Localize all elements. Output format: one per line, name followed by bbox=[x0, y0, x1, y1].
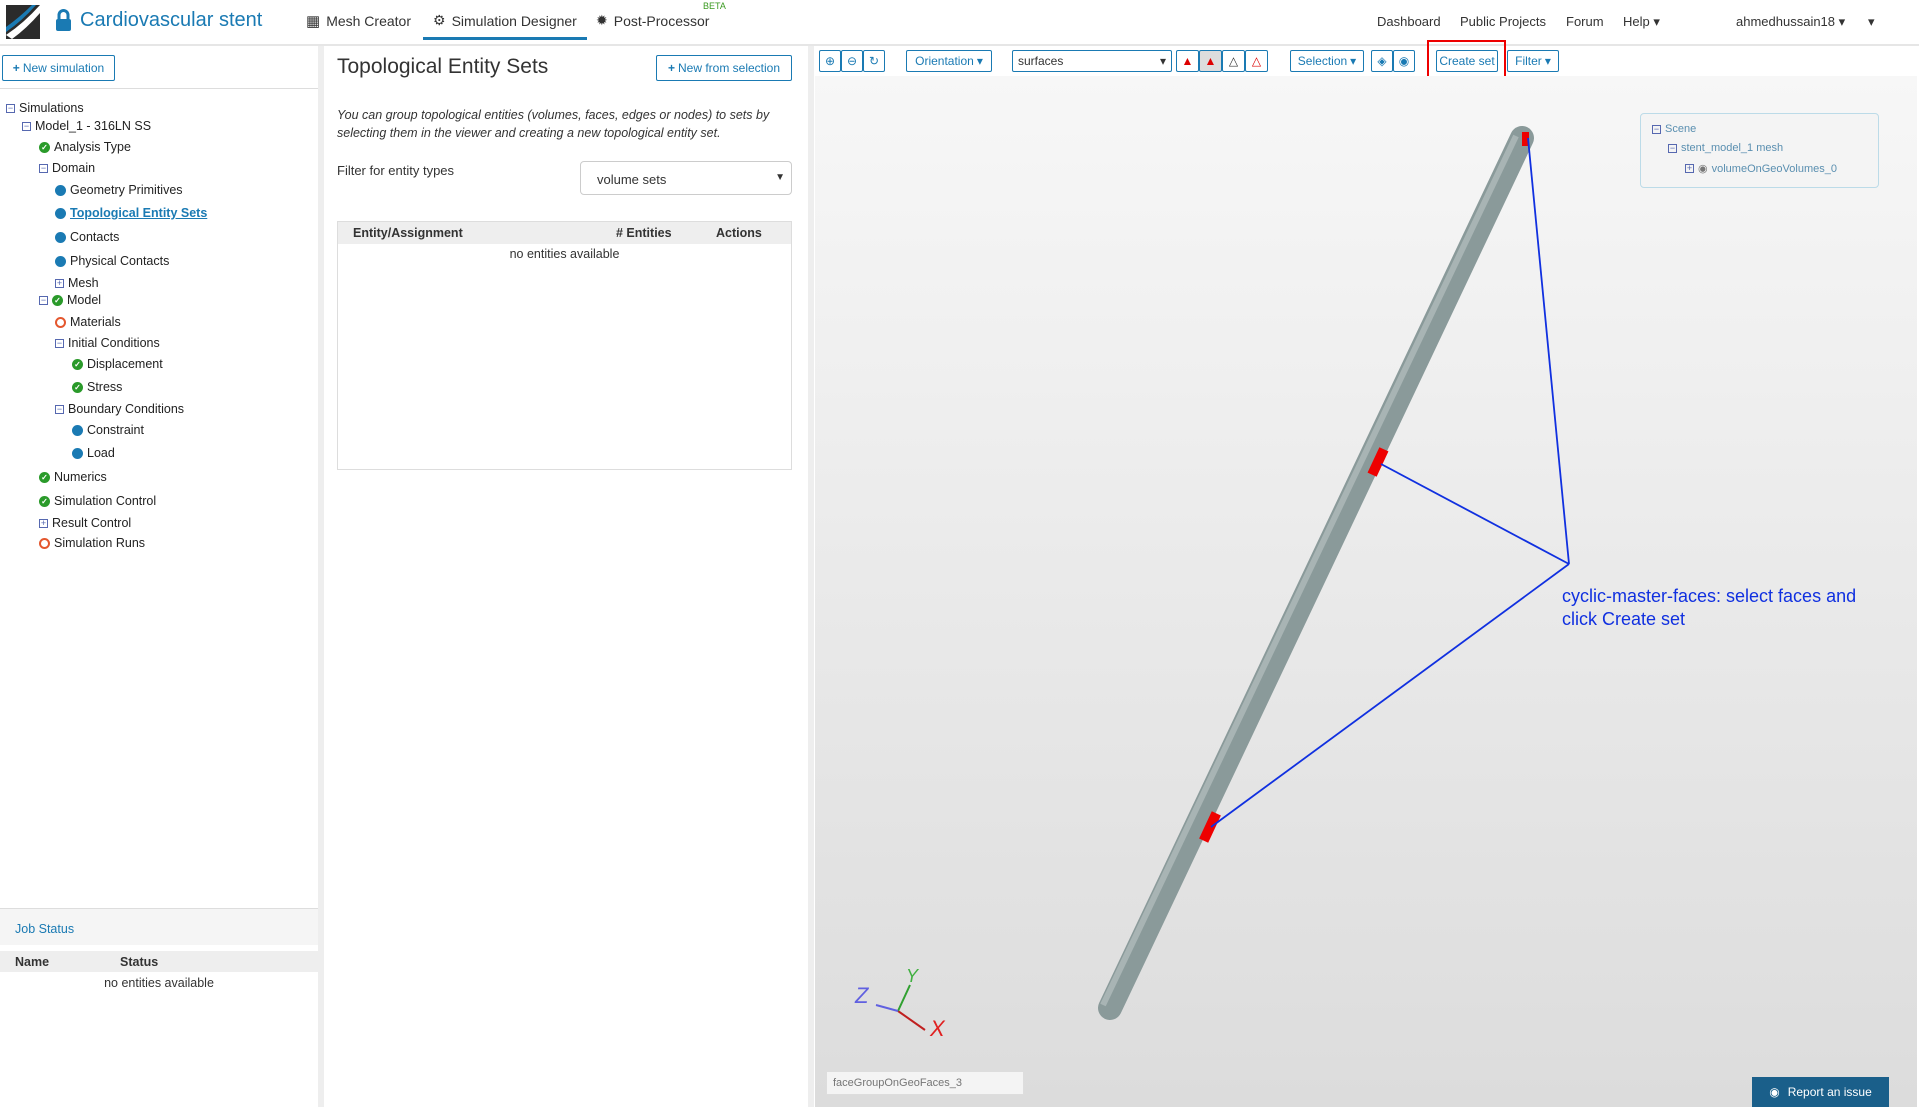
axis-y-label: Y bbox=[906, 966, 919, 986]
stent-rod[interactable] bbox=[1098, 126, 1534, 1020]
mesh-node[interactable]: − stent_model_1 mesh bbox=[1668, 142, 1783, 154]
collapse-icon[interactable]: − bbox=[1668, 143, 1677, 153]
report-issue-button[interactable]: ◉ Report an issue bbox=[1752, 1077, 1889, 1107]
volume-node[interactable]: + ◉ volumeOnGeoVolumes_0 bbox=[1685, 162, 1837, 175]
camera-icon: ◉ bbox=[1769, 1085, 1780, 1099]
scene-node[interactable]: − Scene bbox=[1652, 123, 1696, 135]
set-name-input[interactable] bbox=[826, 1071, 1024, 1095]
axis-z-label: Z bbox=[855, 983, 869, 1008]
axes-triad bbox=[875, 984, 926, 1031]
scene-tree-panel: − Scene − stent_model_1 mesh + ◉ volumeOnGeo… bbox=[1640, 113, 1879, 188]
eye-icon[interactable]: ◉ bbox=[1698, 162, 1708, 175]
viewer-overlay bbox=[875, 126, 1570, 1031]
collapse-icon[interactable]: − bbox=[1652, 124, 1661, 134]
annotation-lines bbox=[1210, 137, 1570, 828]
axis-x-label: X bbox=[930, 1016, 945, 1041]
annotation-text: cyclic-master-faces: select faces and cl… bbox=[1562, 586, 1857, 629]
expand-icon[interactable]: + bbox=[1685, 164, 1694, 173]
